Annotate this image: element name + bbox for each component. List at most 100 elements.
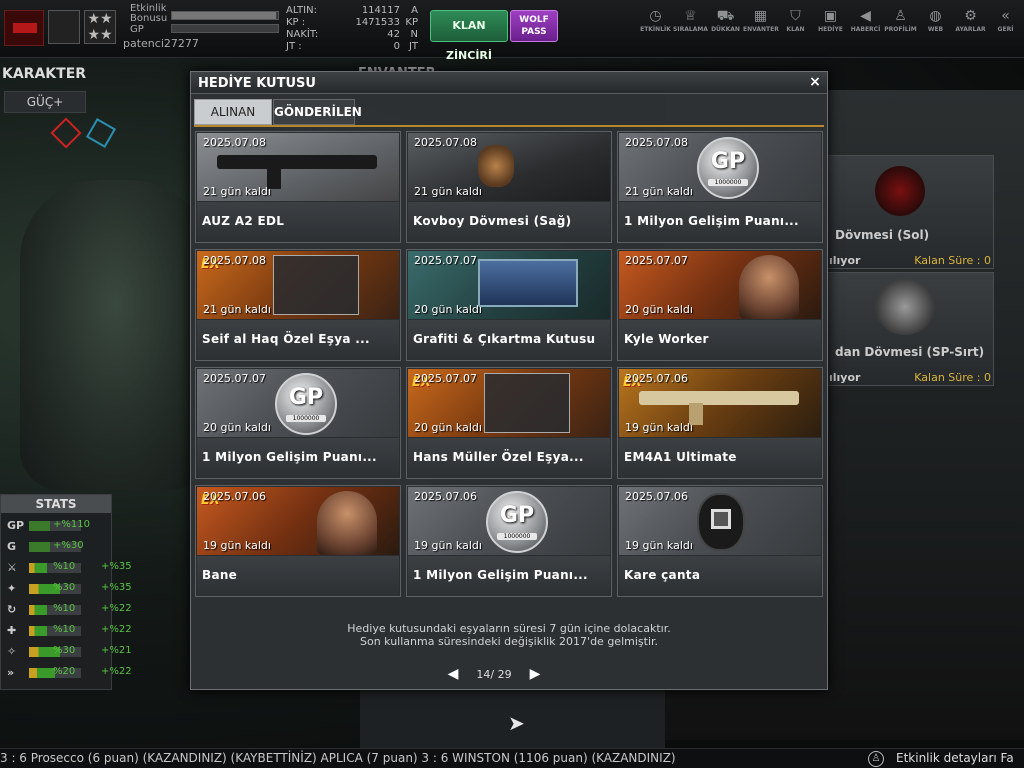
item-set-icon [273,255,359,315]
gift-days-left: 20 gün kaldı [203,421,271,434]
gift-item-card[interactable]: 2025.07.07 20 gün kaldı Kyle Worker [617,249,823,361]
gift-date: 2025.07.07 [203,372,266,385]
top-nav: ◷ ETKİNLİK ♕ SIRALAMA ⛟ DÜKKAN ▦ ENVANTER ⛉ K… [638,6,1023,46]
nav-hediye[interactable]: ▣ HEDİYE [813,6,848,46]
event-icon[interactable]: ♙ [868,751,884,767]
gift-date: 2025.07.07 [625,254,688,267]
gift-icon: ▣ [823,8,838,24]
nav-haberci[interactable]: ◀ HABERCİ [848,6,883,46]
currency-kp: KP :1471533 KP [286,17,418,28]
tattoo-thumb [875,279,935,335]
karakter-title: KARAKTER [2,66,87,82]
rank-stars-icon: ★★ ★★ [84,10,116,44]
prev-page-icon[interactable]: ◀ [445,666,461,682]
next-page-icon[interactable]: ▶ [527,666,543,682]
wolf-pass-line2: PASS [521,27,547,37]
clock-icon: ◷ [649,8,662,24]
stat-bar-fill [29,605,48,615]
stat-bar-fill [29,668,55,678]
nav-geri[interactable]: «GERİ [988,6,1023,46]
character-portrait-icon [739,255,799,319]
gift-item-card[interactable]: EX 2025.07.06 19 gün kaldı EM4A1 Ultimate [617,367,823,479]
stat-bar-fill [29,563,48,573]
gift-item-name: Seif al Haq Özel Eşya ... [202,332,370,346]
nav-dukkan[interactable]: ⛟ DÜKKAN [708,6,743,46]
gift-item-thumb: EX 2025.07.08 21 gün kaldı [197,251,399,319]
stat-row: GP +%110 [7,519,90,532]
stat-row: ✦ %30 +%35 [7,582,132,595]
settings-icon: ⚙ [964,8,977,24]
pagination: ◀ 14/ 29 ▶ [191,665,827,685]
tab-underline [194,125,824,127]
stat-reload-icon: ↻ [7,603,17,616]
inventory-item[interactable]: Dövmesi (Sol) ılıyor Kalan Süre : 0 [826,155,994,269]
gift-item-card[interactable]: GP 1000000 2025.07.08 21 gün kaldı 1 Milyon … [617,131,823,243]
nav-envanter[interactable]: ▦ ENVANTER [743,6,779,46]
currency-nakit: NAKİT: 42 N [286,29,418,40]
nav-siralama[interactable]: ♕ SIRALAMA [673,6,708,46]
close-icon[interactable]: × [807,74,823,90]
nav-etkinlik[interactable]: ◷ ETKİNLİK [638,6,673,46]
nav-profilim[interactable]: ♙ PROFİLİM [883,6,918,46]
gift-item-thumb: GP 1000000 2025.07.06 19 gün kaldı [408,487,610,555]
inventory-item[interactable]: dan Dövmesi (SP-Sırt) ılıyor Kalan Süre … [826,272,994,386]
gift-item-card[interactable]: EX 2025.07.08 21 gün kaldı Seif al Haq Özel… [195,249,401,361]
ticker-text: 3 : 6 Prosecco (6 puan) (KAZANDINIZ) (KA… [0,751,676,765]
gift-item-name: EM4A1 Ultimate [624,450,737,464]
gift-item-thumb: 2025.07.08 21 gün kaldı [197,133,399,201]
gift-item-card[interactable]: EX 2025.07.07 20 gün kaldı Hans Müller Özel… [406,367,612,479]
gift-item-name: Grafiti & Çıkartma Kutusu [413,332,596,346]
notice-line-1: Hediye kutusundaki eşyaların süresi 7 gü… [347,622,671,635]
username: patenci27277 [123,37,199,50]
wolf-pass-button[interactable]: WOLF PASS [510,10,558,42]
stat-gp-icon: GP [7,519,25,532]
nav-web[interactable]: ◍ WEB [918,6,953,46]
gp-label: GP [130,24,144,35]
stat-g-icon: G [7,540,17,553]
gift-date: 2025.07.08 [414,136,477,149]
gift-days-left: 19 gün kaldı [625,421,693,434]
bonus-bar [171,11,279,20]
currency-altin: ALTIN: 114117 A [286,5,418,16]
klan-zinciri-button[interactable]: KLAN ZİNCİRİ [430,10,508,62]
gift-item-card[interactable]: GP 1000000 2025.07.07 20 gün kaldı 1 Milyon … [195,367,401,479]
gift-box-modal: HEDİYE KUTUSU × ALINAN GÖNDERİLEN 2025.0… [190,71,828,690]
gift-item-name: Hans Müller Özel Eşya... [413,450,584,464]
guc-plus-button[interactable]: GÜÇ+ [4,91,86,113]
gift-item-name: 1 Milyon Gelişim Puanı... [413,568,588,582]
tab-alinan[interactable]: ALINAN [194,99,272,125]
clan-icon: ⛉ [790,8,801,24]
item-set-icon [484,373,570,433]
stat-bar-fill [29,521,50,531]
gift-date: 2025.07.06 [625,372,688,385]
tab-gonderilen[interactable]: GÖNDERİLEN [273,99,362,125]
gift-days-left: 19 gün kaldı [414,539,482,552]
gift-item-card[interactable]: 2025.07.06 19 gün kaldı Kare çanta [617,485,823,597]
gift-item-card[interactable]: EX 2025.07.06 19 gün kaldı Bane [195,485,401,597]
currency-jt: JT :0 JT [286,41,418,52]
nav-ayarlar[interactable]: ⚙ AYARLAR [953,6,988,46]
inventory-icon: ▦ [753,8,768,24]
web-icon: ◍ [929,8,942,24]
bag-icon [697,493,745,551]
gift-days-left: 21 gün kaldı [625,185,693,198]
gift-days-left: 21 gün kaldı [203,303,271,316]
stat-row: ↻ %10 +%22 [7,603,132,616]
currency-panel: ALTIN: 114117 A KP :1471533 KP NAKİT: 42 N JT… [284,5,422,57]
gift-item-card[interactable]: GP 1000000 2025.07.06 19 gün kaldı 1 Milyon … [406,485,612,597]
gift-item-card[interactable]: 2025.07.08 21 gün kaldı Kovboy Dövmesi (Sa… [406,131,612,243]
gift-item-card[interactable]: 2025.07.07 20 gün kaldı Grafiti & Çıkartma… [406,249,612,361]
tattoo-icon [478,145,514,187]
gift-item-name: Kovboy Dövmesi (Sağ) [413,214,572,228]
gift-date: 2025.07.08 [203,254,266,267]
event-details-link[interactable]: Etkinlik detayları Fa [896,749,1014,768]
gift-item-card[interactable]: 2025.07.08 21 gün kaldı AUZ A2 EDL [195,131,401,243]
gp-coin-icon: GP 1000000 [275,373,337,435]
gp-coin-icon: GP 1000000 [697,137,759,199]
gift-item-thumb: EX 2025.07.06 19 gün kaldı [197,487,399,555]
tattoo-thumb [875,166,925,216]
nav-klan[interactable]: ⛉ KLAN [778,6,813,46]
inventory-item-kalan: Kalan Süre : 0 [914,371,991,384]
weapon-icon [639,391,799,405]
inventory-item-kalan: Kalan Süre : 0 [914,254,991,267]
